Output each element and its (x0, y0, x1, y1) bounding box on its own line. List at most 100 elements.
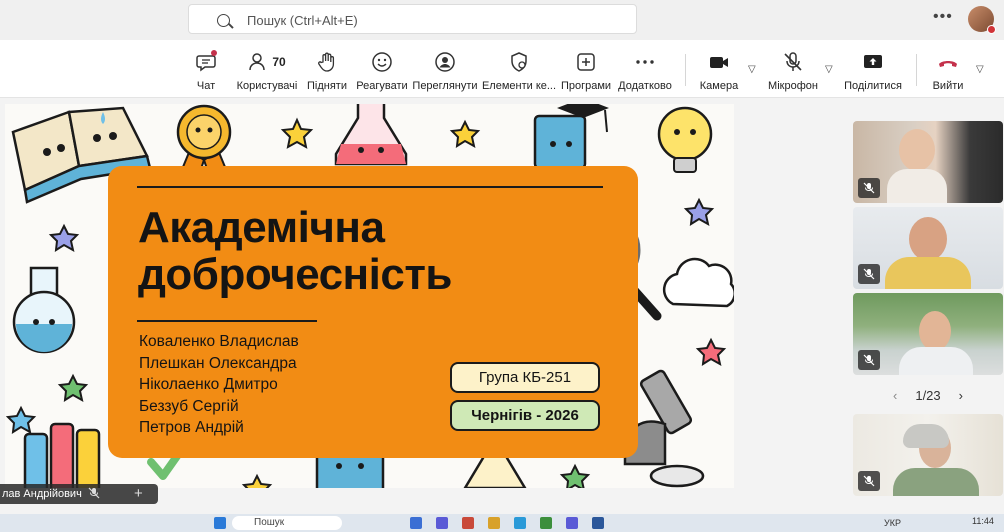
authors-list: Коваленко Владислав Плешкан Олександра Н… (139, 331, 299, 439)
hangup-icon (936, 50, 960, 74)
lightbulb-illustration (657, 106, 713, 173)
chat-label: Чат (196, 80, 216, 92)
clock[interactable]: 11:44 (972, 516, 994, 526)
avatar[interactable] (968, 6, 996, 34)
notification-dot (211, 50, 217, 56)
apps-plus-icon (574, 50, 598, 74)
group-label: Група КБ-251 (450, 362, 600, 393)
more-label: Додатково (618, 80, 672, 92)
meeting-controls-label: Елементи ке... (481, 80, 557, 92)
author-name: Коваленко Владислав (139, 333, 299, 350)
taskbar-app-icon[interactable] (436, 517, 448, 529)
mic-off-icon (858, 178, 880, 198)
divider-line (137, 320, 317, 322)
share-button[interactable]: Поділитися (838, 50, 908, 92)
raise-hand-icon (315, 50, 339, 74)
leave-label: Вийти (932, 80, 964, 92)
windows-taskbar: Пошук УКР 11:44 (0, 514, 1004, 532)
mic-options-chevron-icon[interactable]: ▽ (825, 64, 833, 75)
more-options-icon[interactable]: ••• (933, 8, 953, 26)
author-name: Беззуб Сергій (139, 397, 239, 415)
chat-button[interactable]: Чат (171, 50, 241, 92)
taskbar-app-icon[interactable] (592, 517, 604, 529)
meeting-toolbar: Чат 70 Користувачі Підняти Реагувати Пер… (0, 40, 1004, 98)
books-and-cap-illustration (533, 104, 609, 170)
taskbar-app-icon[interactable] (566, 517, 578, 529)
test-tubes-illustration (23, 422, 101, 488)
search-input[interactable]: Пошук (Ctrl+Alt+E) (247, 13, 358, 28)
flask-illustration (334, 104, 408, 166)
camera-label: Камера (699, 80, 739, 92)
star-illustration (559, 463, 591, 488)
taskbar-app-icon[interactable] (488, 517, 500, 529)
taskbar-app-icon[interactable] (462, 517, 474, 529)
chat-icon (194, 50, 218, 74)
people-label: Користувачі (236, 80, 298, 92)
mic-off-icon (858, 350, 880, 370)
star-illustration (57, 373, 89, 402)
meeting-controls-button[interactable]: Елементи ке... (481, 50, 557, 92)
react-button[interactable]: Реагувати (347, 50, 417, 92)
camera-options-chevron-icon[interactable]: ▽ (748, 64, 756, 75)
search-icon (217, 14, 230, 27)
taskbar-search-text: Пошук (254, 517, 285, 528)
taskbar-search[interactable]: Пошук (232, 516, 342, 530)
star-illustration (48, 223, 80, 252)
author-name: Петров Андрій (139, 419, 244, 436)
microphone-button[interactable]: Мікрофон (758, 50, 828, 92)
chevron-left-icon[interactable]: ‹ (893, 388, 897, 403)
participant-video[interactable] (853, 414, 1003, 496)
leave-button[interactable]: Вийти (913, 50, 983, 92)
microphone-label: Мікрофон (768, 80, 818, 92)
slide-title-line-2: доброчесність (138, 250, 452, 299)
mic-off-icon (858, 264, 880, 284)
share-icon (861, 50, 885, 74)
mic-off-icon (858, 471, 880, 491)
title-bar: Пошук (Ctrl+Alt+E) ••• (0, 0, 1004, 40)
slide-title-line-1: Академічна (138, 203, 385, 252)
star-illustration (695, 337, 727, 366)
star-illustration (241, 473, 273, 488)
search-box[interactable]: Пошук (Ctrl+Alt+E) (188, 4, 637, 34)
more-icon (633, 50, 657, 74)
view-button[interactable]: Переглянути (410, 50, 480, 92)
presenter-name-tag: лав Андрійович + (0, 484, 158, 504)
slide-title: Академічна доброчесність (138, 204, 452, 298)
react-label: Реагувати (356, 80, 408, 92)
star-illustration (683, 197, 715, 226)
round-flask-illustration (12, 266, 76, 354)
leave-options-chevron-icon[interactable]: ▽ (976, 64, 984, 75)
share-label: Поділитися (844, 80, 902, 92)
apps-label: Програми (560, 80, 612, 92)
people-icon: 70 (247, 50, 287, 74)
presenter-name: лав Андрійович (2, 488, 82, 500)
star-illustration (280, 117, 314, 149)
teams-meeting-window: Пошук (Ctrl+Alt+E) ••• Чат 70 Користувач… (0, 0, 1004, 532)
author-name: Плешкан Олександра (139, 354, 297, 372)
more-button[interactable]: Додатково (610, 50, 680, 92)
add-icon[interactable]: + (134, 485, 143, 502)
participant-video[interactable] (853, 207, 1003, 289)
camera-button[interactable]: Камера (684, 50, 754, 92)
taskbar-app-icon[interactable] (540, 517, 552, 529)
view-icon (433, 50, 457, 74)
taskbar-app-icon[interactable] (514, 517, 526, 529)
participant-video[interactable] (853, 293, 1003, 375)
participant-count: 70 (272, 55, 286, 69)
start-icon[interactable] (214, 517, 226, 529)
raise-hand-label: Підняти (307, 80, 347, 92)
participant-pager: ‹ 1/23 › (853, 384, 1003, 406)
star-illustration (449, 119, 481, 148)
taskbar-app-icon[interactable] (410, 517, 422, 529)
shield-icon (507, 50, 531, 74)
language-indicator[interactable]: УКР (884, 518, 901, 528)
view-label: Переглянути (412, 80, 478, 92)
mic-off-icon (781, 50, 805, 74)
chevron-right-icon[interactable]: › (959, 388, 963, 403)
pager-count: 1/23 (915, 387, 941, 403)
cloud-illustration (662, 257, 734, 308)
participant-video[interactable] (853, 121, 1003, 203)
camera-icon (707, 50, 731, 74)
smile-icon (370, 50, 394, 74)
mic-off-icon (88, 487, 100, 502)
